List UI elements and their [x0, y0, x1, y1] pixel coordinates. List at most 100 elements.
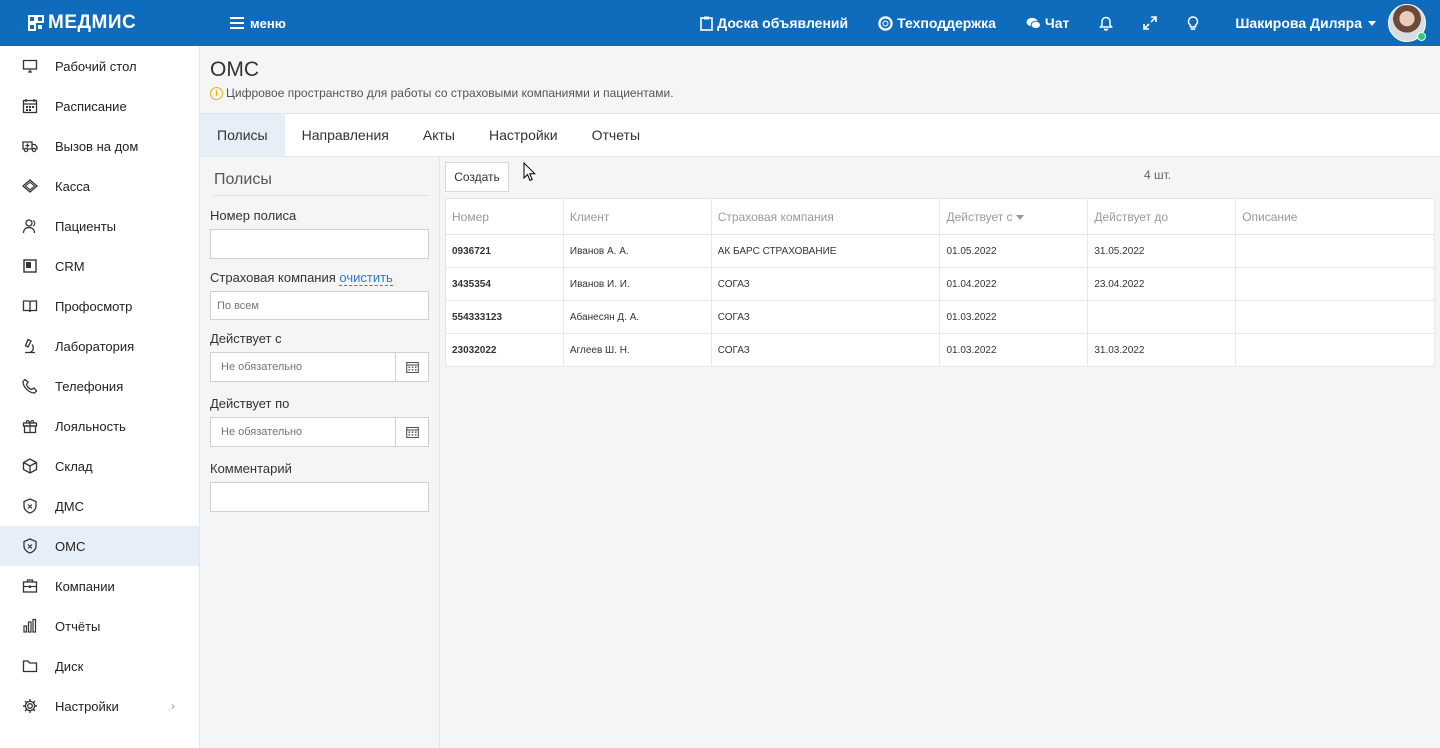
- sidebar-item-crm[interactable]: CRM: [0, 246, 199, 286]
- sidebar-item-laboratory[interactable]: Лаборатория: [0, 326, 199, 366]
- lightbulb-icon: [1188, 15, 1199, 30]
- create-button[interactable]: Создать: [445, 162, 509, 192]
- logo[interactable]: МЕДМИС: [0, 12, 200, 34]
- chat-icon: [1026, 17, 1041, 29]
- table-row[interactable]: 23032022 Аглеев Ш. Н. СОГАЗ 01.03.2022 3…: [445, 333, 1435, 367]
- mouse-cursor-icon: [523, 162, 536, 182]
- sidebar-item-settings[interactable]: Настройки ›: [0, 686, 199, 726]
- chat-link[interactable]: Чат: [1026, 15, 1069, 31]
- hamburger-icon: [230, 17, 244, 29]
- main-content: ОМС i Цифровое пространство для работы с…: [200, 46, 1440, 748]
- sidebar-item-label: Телефония: [55, 378, 124, 394]
- user-menu[interactable]: Шакирова Диляра: [1235, 4, 1426, 42]
- sidebar-item-label: Отчёты: [55, 618, 101, 634]
- sidebar-item-label: CRM: [55, 258, 85, 274]
- sidebar-item-telephony[interactable]: Телефония: [0, 366, 199, 406]
- sidebar-item-warehouse[interactable]: Склад: [0, 446, 199, 486]
- users-icon: [22, 219, 36, 234]
- comment-label: Комментарий: [210, 461, 292, 476]
- insurance-clear-link[interactable]: очистить: [339, 270, 393, 286]
- cell-valid-from: 01.04.2022: [939, 267, 1089, 301]
- clipboard-icon: [700, 16, 713, 31]
- sidebar-item-cash[interactable]: Касса: [0, 166, 199, 206]
- page-subtitle: i Цифровое пространство для работы со ст…: [210, 86, 1430, 100]
- valid-from-input[interactable]: [210, 352, 396, 382]
- cell-insurance: АК БАРС СТРАХОВАНИЕ: [711, 234, 941, 268]
- tab-referrals[interactable]: Направления: [285, 114, 406, 156]
- chat-link-label: Чат: [1044, 15, 1070, 31]
- logo-text: МЕДМИС: [48, 12, 137, 33]
- support-link[interactable]: Техподдержка: [878, 15, 996, 31]
- gear-icon: [23, 699, 37, 713]
- cell-insurance: СОГАЗ: [711, 267, 941, 301]
- filter-panel: Полисы Номер полиса Страховая компания о…: [200, 157, 440, 748]
- user-name: Шакирова Диляра: [1235, 15, 1362, 31]
- column-header-insurance[interactable]: Страховая компания: [711, 198, 941, 235]
- page-title: ОМС: [210, 58, 259, 81]
- briefcase-icon: [22, 579, 38, 593]
- cell-valid-to: 31.03.2022: [1087, 333, 1237, 367]
- policies-content: Полисы Номер полиса Страховая компания о…: [200, 157, 1440, 748]
- tab-acts[interactable]: Акты: [406, 114, 472, 156]
- tips-button[interactable]: [1187, 15, 1199, 31]
- cell-valid-to: [1087, 300, 1237, 334]
- tab-settings[interactable]: Настройки: [472, 114, 575, 156]
- chevron-right-icon: ›: [171, 699, 175, 713]
- notifications-button[interactable]: [1099, 16, 1114, 31]
- menu-button[interactable]: меню: [230, 16, 286, 31]
- column-header-client[interactable]: Клиент: [563, 198, 712, 235]
- sidebar-item-companies[interactable]: Компании: [0, 566, 199, 606]
- sidebar-item-schedule[interactable]: Расписание: [0, 86, 199, 126]
- board-link[interactable]: Доска объявлений: [700, 15, 848, 31]
- sidebar-item-label: Рабочий стол: [55, 58, 137, 74]
- column-header-description[interactable]: Описание: [1235, 198, 1435, 235]
- sidebar-item-home-call[interactable]: Вызов на дом: [0, 126, 199, 166]
- box-icon: [22, 458, 38, 474]
- sidebar-item-reports[interactable]: Отчёты: [0, 606, 199, 646]
- sidebar-item-label: Лаборатория: [55, 338, 135, 354]
- valid-to-input[interactable]: [210, 417, 396, 447]
- calendar-icon: [405, 426, 419, 438]
- sidebar-item-checkup[interactable]: Профосмотр: [0, 286, 199, 326]
- avatar[interactable]: [1388, 4, 1426, 42]
- monitor-icon: [22, 59, 38, 73]
- calendar-icon: [405, 361, 419, 373]
- table-row[interactable]: 554333123 Абанесян Д. А. СОГАЗ 01.03.202…: [445, 300, 1435, 334]
- cell-valid-to: 23.04.2022: [1087, 267, 1237, 301]
- valid-from-calendar-button[interactable]: [396, 352, 429, 382]
- sidebar-item-loyalty[interactable]: Лояльность: [0, 406, 199, 446]
- cell-description: [1235, 234, 1435, 268]
- column-header-valid-from[interactable]: Действует с: [939, 198, 1089, 235]
- sort-desc-icon: [1015, 214, 1024, 220]
- sidebar-item-oms[interactable]: ОМС: [0, 526, 199, 566]
- valid-to-label: Действует по: [210, 396, 290, 411]
- money-icon: [22, 179, 38, 193]
- sidebar-item-dms[interactable]: ДМС: [0, 486, 199, 526]
- column-header-valid-to[interactable]: Действует до: [1087, 198, 1237, 235]
- cell-number: 0936721: [445, 234, 564, 268]
- table-row[interactable]: 3435354 Иванов И. И. СОГАЗ 01.04.2022 23…: [445, 267, 1435, 301]
- shield-icon: [23, 498, 37, 514]
- chevron-down-icon: [1368, 20, 1376, 26]
- menu-label: меню: [250, 15, 286, 31]
- insurance-company-label-text: Страховая компания: [210, 270, 336, 285]
- tab-bar: Полисы Направления Акты Настройки Отчеты: [200, 114, 1440, 157]
- valid-to-calendar-button[interactable]: [396, 417, 429, 447]
- fullscreen-button[interactable]: [1143, 16, 1158, 30]
- policy-number-input[interactable]: [210, 229, 429, 259]
- tab-policies[interactable]: Полисы: [200, 114, 285, 156]
- tab-reports[interactable]: Отчеты: [575, 114, 657, 156]
- column-header-number[interactable]: Номер: [445, 198, 564, 235]
- comment-input[interactable]: [210, 482, 429, 512]
- cell-insurance: СОГАЗ: [711, 333, 941, 367]
- cell-number: 23032022: [445, 333, 564, 367]
- column-header-valid-from-label: Действует с: [946, 209, 1013, 224]
- sidebar-item-desktop[interactable]: Рабочий стол: [0, 46, 199, 86]
- calendar-icon: [22, 99, 38, 114]
- cell-valid-from: 01.05.2022: [939, 234, 1089, 268]
- sidebar-item-disk[interactable]: Диск: [0, 646, 199, 686]
- sidebar: Рабочий стол Расписание Вызов на дом Кас…: [0, 46, 200, 748]
- insurance-company-select[interactable]: По всем: [210, 291, 429, 320]
- sidebar-item-patients[interactable]: Пациенты: [0, 206, 199, 246]
- table-row[interactable]: 0936721 Иванов А. А. АК БАРС СТРАХОВАНИЕ…: [445, 234, 1435, 268]
